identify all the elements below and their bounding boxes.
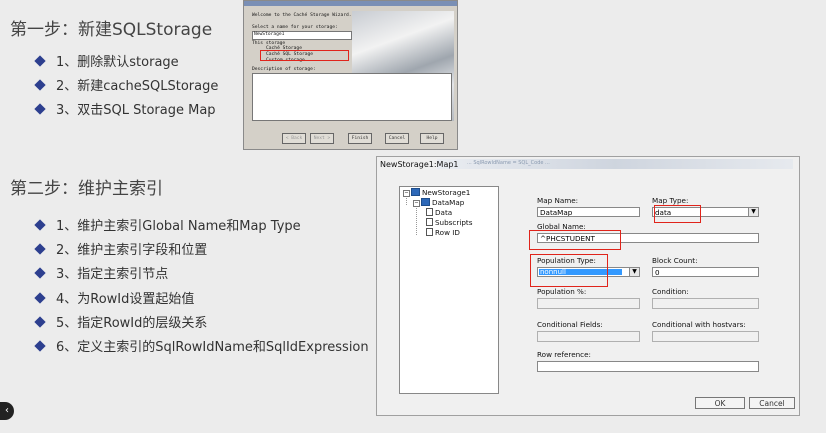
storage-wizard-screenshot: Welcome to the Caché Storage Wizard. Sel…	[243, 0, 458, 150]
wizard-help-button[interactable]: Help	[420, 133, 444, 144]
wizard-name-field[interactable]: NewStorage1	[252, 31, 352, 40]
tree-node-root[interactable]: NewStorage1	[411, 188, 470, 197]
conditional-fields-label: Conditional Fields:	[537, 320, 603, 329]
condition-label: Condition:	[652, 287, 689, 296]
dialog-header-blur-text: ... SqlRowIdName = SQL_Code ...	[467, 160, 550, 166]
tree-node-rowid[interactable]: Row ID	[426, 228, 460, 237]
storage-map-dialog: ... SqlRowIdName = SQL_Code ... NewStora…	[376, 156, 800, 416]
highlight-box	[530, 254, 608, 287]
collapse-icon[interactable]: −	[413, 200, 420, 207]
row-reference-label: Row reference:	[537, 350, 591, 359]
step1-item-1: 1、删除默认storage	[34, 51, 179, 70]
highlight-box	[529, 230, 621, 250]
cancel-button[interactable]: Cancel	[749, 397, 795, 409]
storage-tree[interactable]: − NewStorage1 − DataMap Data Subscripts …	[399, 186, 499, 394]
highlight-box	[260, 50, 349, 61]
step2-item-5: 5、指定RowId的层级关系	[34, 312, 207, 331]
population-pct-input[interactable]	[537, 298, 640, 309]
step2-item-3: 3、指定主索引节点	[34, 263, 168, 282]
condition-input[interactable]	[652, 298, 759, 309]
previous-slide-button[interactable]: ‹	[0, 402, 14, 420]
conditional-hostvars-input[interactable]	[652, 331, 759, 342]
wizard-welcome-text: Welcome to the Caché Storage Wizard.	[252, 13, 352, 18]
diamond-bullet-icon	[34, 267, 46, 279]
wizard-back-button[interactable]: < Back	[282, 133, 306, 144]
collapse-icon[interactable]: −	[403, 190, 410, 197]
step2-title: 第二步：维护主索引	[10, 179, 163, 199]
storage-icon	[411, 188, 420, 196]
map-name-label: Map Name:	[537, 196, 579, 205]
step1-item-2: 2、新建cacheSQLStorage	[34, 75, 218, 94]
tree-node-datamap[interactable]: DataMap	[421, 198, 464, 207]
diamond-bullet-icon	[34, 243, 46, 255]
tree-line	[416, 205, 417, 235]
dialog-title: NewStorage1:Map1	[380, 160, 459, 169]
step2-item-2: 2、维护主索引字段和位置	[34, 239, 207, 258]
tree-node-data[interactable]: Data	[426, 208, 452, 217]
map-icon	[421, 198, 430, 206]
block-count-input[interactable]: 0	[652, 267, 759, 277]
dropdown-arrow-icon[interactable]: ▼	[748, 208, 758, 216]
population-pct-label: Population %:	[537, 287, 587, 296]
page-icon	[426, 208, 433, 216]
conditional-fields-input[interactable]	[537, 331, 640, 342]
diamond-bullet-icon	[34, 292, 46, 304]
wizard-titlebar	[244, 1, 457, 6]
diamond-bullet-icon	[34, 103, 46, 115]
wizard-select-prompt: Select a name for your storage:	[252, 25, 338, 30]
wizard-next-button[interactable]: Next >	[310, 133, 334, 144]
wizard-cancel-button[interactable]: Cancel	[385, 133, 409, 144]
step2-item-6: 6、定义主索引的SqlRowIdName和SqlIdExpression	[34, 336, 369, 355]
wizard-description-field[interactable]	[252, 73, 452, 121]
highlight-box	[654, 205, 701, 223]
wizard-finish-button[interactable]: Finish	[348, 133, 372, 144]
block-count-label: Block Count:	[652, 256, 698, 265]
page-icon	[426, 218, 433, 226]
dropdown-arrow-icon[interactable]: ▼	[629, 268, 639, 276]
step1-title: 第一步：新建SQLStorage	[10, 20, 213, 40]
diamond-bullet-icon	[34, 55, 46, 67]
diamond-bullet-icon	[34, 79, 46, 91]
conditional-hostvars-label: Conditional with hostvars:	[652, 320, 746, 329]
step2-item-1: 1、维护主索引Global Name和Map Type	[34, 215, 301, 234]
page-icon	[426, 228, 433, 236]
wizard-description-label: Description of storage:	[252, 67, 316, 72]
tree-node-subscripts[interactable]: Subscripts	[426, 218, 472, 227]
row-reference-input[interactable]	[537, 361, 759, 372]
diamond-bullet-icon	[34, 219, 46, 231]
map-name-input[interactable]: DataMap	[537, 207, 640, 217]
diamond-bullet-icon	[34, 340, 46, 352]
ok-button[interactable]: OK	[695, 397, 745, 409]
map-type-label: Map Type:	[652, 196, 689, 205]
step2-item-4: 4、为RowId设置起始值	[34, 288, 194, 307]
diamond-bullet-icon	[34, 316, 46, 328]
step1-item-3: 3、双击SQL Storage Map	[34, 99, 216, 118]
